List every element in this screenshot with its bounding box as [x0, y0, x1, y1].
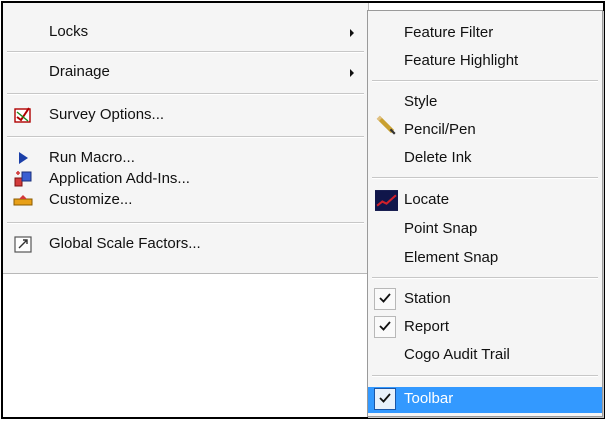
- menu-item-label: Point Snap: [404, 220, 478, 237]
- submenu: Feature Filter Feature Highlight Style P…: [367, 10, 603, 417]
- menu-item-label: Pencil/Pen: [404, 121, 476, 138]
- submenu-arrow-icon: [350, 69, 354, 77]
- menu-item-label: Station: [404, 290, 451, 307]
- menu-item-station[interactable]: Station: [368, 287, 602, 312]
- checkmark-icon: [379, 393, 391, 403]
- menu-item-label: Feature Highlight: [404, 52, 519, 69]
- locate-icon: [375, 190, 398, 211]
- menu-item-delete-ink[interactable]: Delete Ink: [368, 146, 602, 171]
- global-scale-factors-icon: [14, 236, 32, 253]
- checkmark-icon: [379, 321, 391, 331]
- submenu-arrow-icon: [350, 29, 354, 37]
- menu-item-label: Customize...: [49, 191, 133, 208]
- pencil-icon: [376, 115, 396, 135]
- menu-separator: [372, 375, 598, 377]
- menu-separator: [7, 222, 364, 224]
- menu-separator: [7, 51, 364, 53]
- menu-item-label: Locate: [404, 191, 450, 208]
- menu-item-feature-highlight[interactable]: Feature Highlight: [368, 49, 602, 74]
- menu-item-cogo-audit-trail[interactable]: Cogo Audit Trail: [368, 343, 602, 368]
- menu-item-report[interactable]: Report: [368, 315, 602, 340]
- menu-item-pencil-pen[interactable]: Pencil/Pen: [368, 115, 602, 143]
- menu-item-label: Report: [404, 318, 450, 335]
- menu-item-label: Style: [404, 93, 438, 110]
- menu-item-label: Toolbar: [404, 390, 454, 407]
- checkmark-icon: [379, 293, 391, 303]
- tools-menu: Locks Drainage Survey Options... Run Mac…: [3, 3, 369, 274]
- menu-item-label: Drainage: [49, 63, 110, 80]
- menu-item-point-snap[interactable]: Point Snap: [368, 217, 602, 242]
- menu-item-element-snap[interactable]: Element Snap: [368, 246, 602, 271]
- run-macro-icon: [19, 152, 28, 164]
- menu-item-label: Delete Ink: [404, 149, 472, 166]
- application-add-ins-icon: [14, 171, 32, 187]
- menu-item-label: Cogo Audit Trail: [404, 346, 510, 363]
- menu-item-customize[interactable]: Customize...: [3, 188, 368, 213]
- menu-item-label: Global Scale Factors...: [49, 235, 201, 252]
- customize-icon: [13, 195, 33, 206]
- menu-item-label: Feature Filter: [404, 24, 494, 41]
- menu-separator: [7, 93, 364, 95]
- menu-item-label: Application Add-Ins...: [49, 170, 190, 187]
- menu-item-feature-filter[interactable]: Feature Filter: [368, 21, 602, 46]
- menu-item-locate[interactable]: Locate: [368, 188, 602, 213]
- menu-item-survey-options[interactable]: Survey Options...: [3, 103, 368, 128]
- menu-item-style[interactable]: Style: [368, 90, 602, 115]
- menu-item-label: Element Snap: [404, 249, 499, 266]
- menu-item-locks[interactable]: Locks: [3, 20, 368, 45]
- checkbox: [374, 388, 396, 410]
- survey-options-icon: [14, 107, 31, 123]
- menu-separator: [372, 277, 598, 279]
- menu-separator: [372, 80, 598, 82]
- menu-separator: [7, 136, 364, 138]
- menu-item-toolbar[interactable]: Toolbar: [368, 387, 602, 413]
- menu-item-global-scale-factors[interactable]: Global Scale Factors...: [3, 232, 368, 257]
- menu-item-label: Survey Options...: [49, 106, 165, 123]
- menu-item-label: Locks: [49, 23, 89, 40]
- menu-separator: [372, 177, 598, 179]
- menu-item-drainage[interactable]: Drainage: [3, 60, 368, 85]
- checkbox: [374, 316, 396, 338]
- menu-item-label: Run Macro...: [49, 149, 135, 166]
- checkbox: [374, 288, 396, 310]
